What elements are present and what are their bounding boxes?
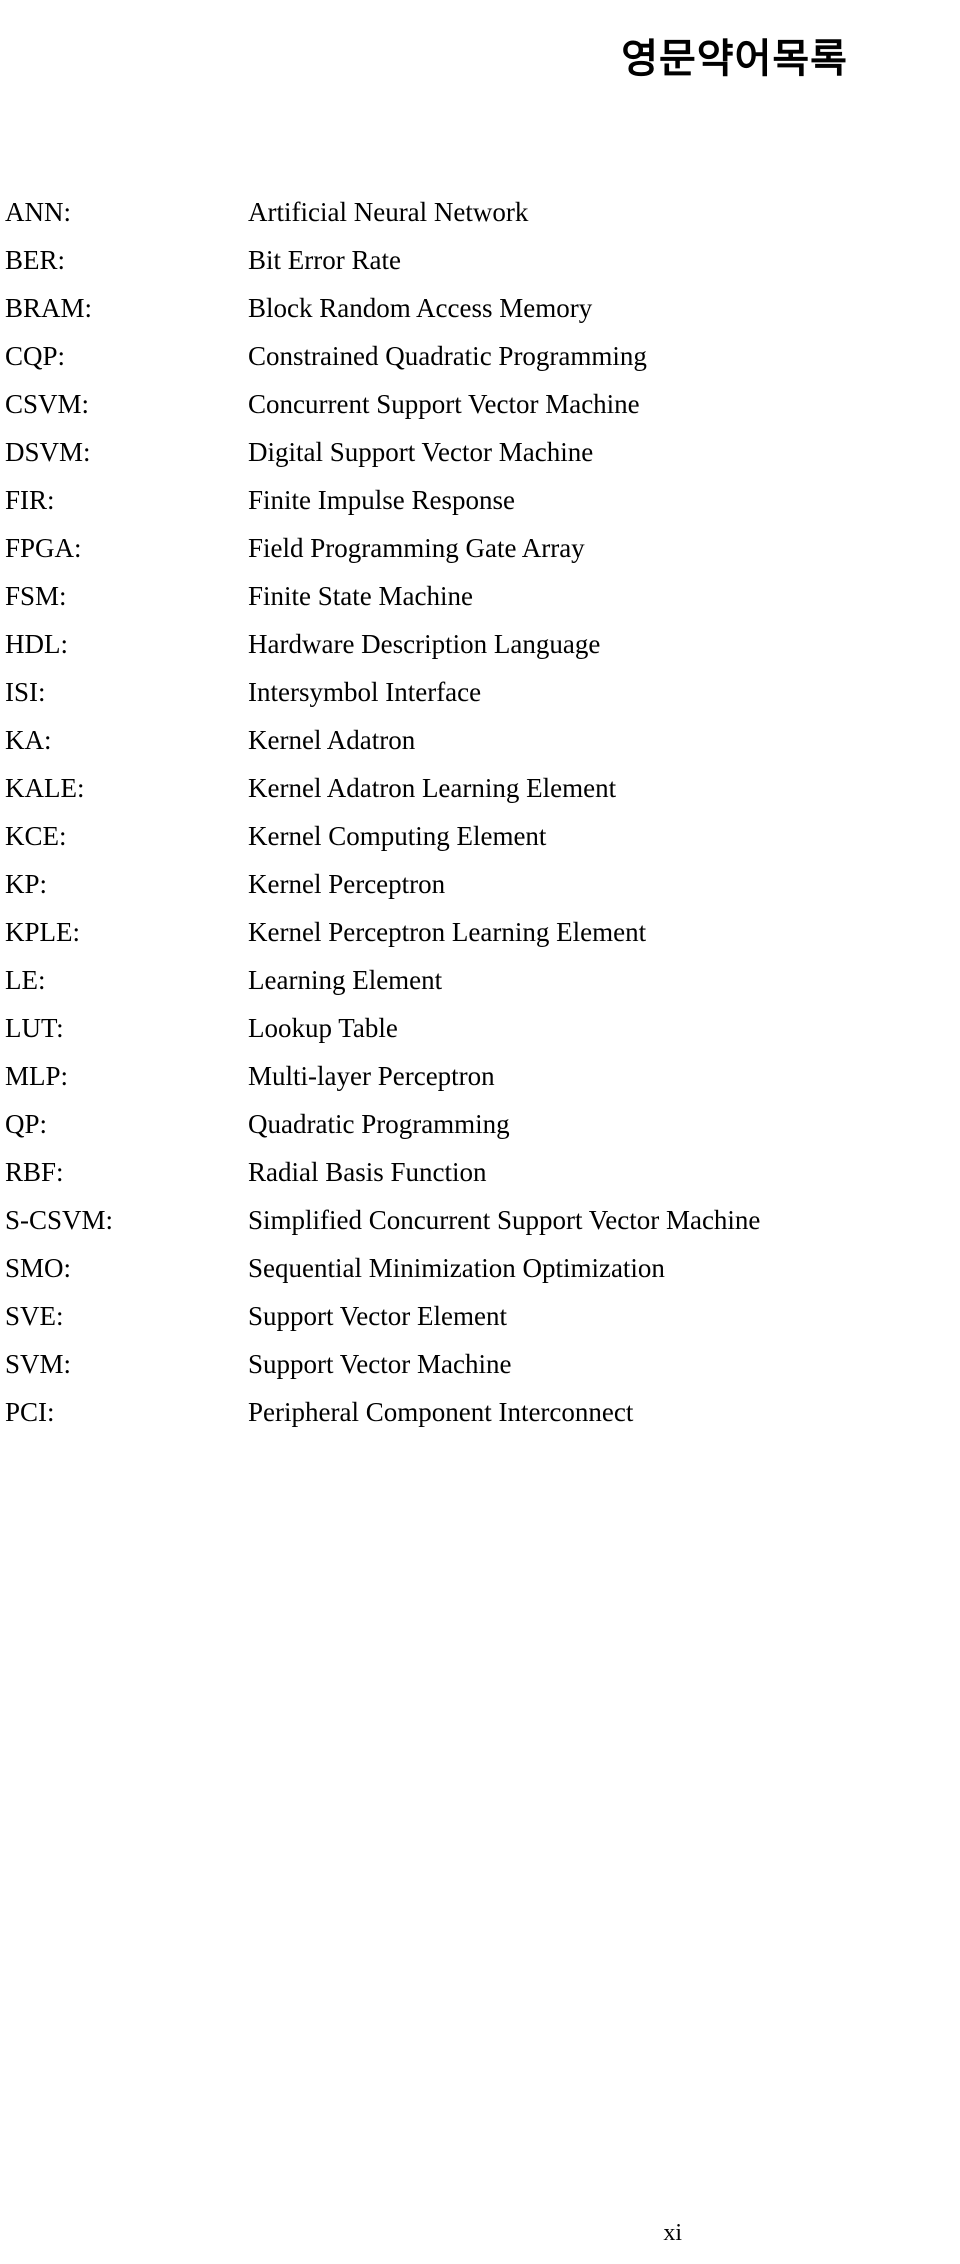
abbreviation-definition: Kernel Adatron Learning Element [248, 773, 617, 803]
abbreviation-term: KA: [5, 725, 52, 755]
abbreviation-definition: Concurrent Support Vector Machine [248, 389, 640, 419]
abbreviation-term: LUT: [5, 1013, 64, 1043]
abbreviation-term: FSM: [5, 581, 67, 611]
abbreviation-term: KCE: [5, 821, 67, 851]
abbreviation-term: ANN: [5, 197, 71, 227]
abbreviation-term: BER: [5, 245, 66, 275]
abbreviation-row: FIR: Finite Impulse Response [0, 476, 960, 524]
abbreviation-row: BER: Bit Error Rate [0, 236, 960, 284]
abbreviation-term: HDL: [5, 629, 68, 659]
abbreviation-term: KALE: [5, 773, 85, 803]
abbreviation-definition: Kernel Perceptron Learning Element [248, 917, 647, 947]
abbreviation-row: LE: Learning Element [0, 956, 960, 1004]
abbreviation-definition: Intersymbol Interface [248, 677, 482, 707]
abbreviation-term: S-CSVM: [5, 1205, 114, 1235]
abbreviation-definition: Digital Support Vector Machine [248, 437, 594, 467]
abbreviation-definition: Hardware Description Language [248, 629, 601, 659]
abbreviation-term: LE: [5, 965, 46, 995]
abbreviation-row: KP: Kernel Perceptron [0, 860, 960, 908]
abbreviation-row: CSVM: Concurrent Support Vector Machine [0, 380, 960, 428]
abbreviation-term: SVE: [5, 1301, 64, 1331]
abbreviation-row: RBF: Radial Basis Function [0, 1148, 960, 1196]
abbreviation-term: DSVM: [5, 437, 91, 467]
abbreviation-term: FPGA: [5, 533, 82, 563]
abbreviation-row: MLP: Multi-layer Perceptron [0, 1052, 960, 1100]
abbreviation-term: ISI: [5, 677, 46, 707]
abbreviation-definition: Constrained Quadratic Programming [248, 341, 647, 371]
abbreviation-term: CSVM: [5, 389, 90, 419]
abbreviation-row: BRAM: Block Random Access Memory [0, 284, 960, 332]
abbreviation-row: ANN: Artificial Neural Network [0, 188, 960, 236]
abbreviation-definition: Support Vector Element [248, 1301, 507, 1331]
abbreviation-definition: Finite Impulse Response [248, 485, 515, 515]
abbreviation-row: DSVM: Digital Support Vector Machine [0, 428, 960, 476]
abbreviation-definition: Artificial Neural Network [248, 197, 529, 227]
abbreviation-row: KA: Kernel Adatron [0, 716, 960, 764]
abbreviation-definition: Kernel Adatron [248, 725, 416, 755]
abbreviation-definition: Finite State Machine [248, 581, 473, 611]
abbreviation-row: ISI: Intersymbol Interface [0, 668, 960, 716]
abbreviation-definition: Block Random Access Memory [248, 293, 593, 323]
abbreviation-term: SVM: [5, 1349, 72, 1379]
abbreviation-term: BRAM: [5, 293, 93, 323]
abbreviation-definition: Radial Basis Function [248, 1157, 487, 1187]
abbreviation-definition: Bit Error Rate [248, 245, 401, 275]
abbreviation-row: FPGA: Field Programming Gate Array [0, 524, 960, 572]
abbreviation-definition: Sequential Minimization Optimization [248, 1253, 665, 1283]
abbreviation-term: MLP: [5, 1061, 69, 1091]
abbreviation-term: RBF: [5, 1157, 64, 1187]
abbreviation-term: KP: [5, 869, 48, 899]
abbreviation-term: QP: [5, 1109, 48, 1139]
abbreviation-row: LUT: Lookup Table [0, 1004, 960, 1052]
abbreviation-row: KCE: Kernel Computing Element [0, 812, 960, 860]
abbreviation-definition: Kernel Computing Element [248, 821, 547, 851]
document-page: 영문약어목록 ANN: Artificial Neural Network BER:… [0, 0, 960, 2264]
abbreviation-term: PCI: [5, 1397, 55, 1427]
abbreviation-row: HDL: Hardware Description Language [0, 620, 960, 668]
abbreviation-row: SVM: Support Vector Machine [0, 1340, 960, 1388]
abbreviation-definition: Support Vector Machine [248, 1349, 512, 1379]
abbreviation-definition: Learning Element [248, 965, 443, 995]
abbreviation-row: SMO: Sequential Minimization Optimization [0, 1244, 960, 1292]
abbreviation-row: CQP: Constrained Quadratic Programming [0, 332, 960, 380]
abbreviation-row: QP: Quadratic Programming [0, 1100, 960, 1148]
abbreviation-definition: Multi-layer Perceptron [248, 1061, 495, 1091]
abbreviation-term: CQP: [5, 341, 66, 371]
abbreviation-row: SVE: Support Vector Element [0, 1292, 960, 1340]
abbreviation-term: FIR: [5, 485, 55, 515]
abbreviation-row: S-CSVM: Simplified Concurrent Support Vec… [0, 1196, 960, 1244]
abbreviation-list: ANN: Artificial Neural Network BER: Bit Err… [0, 188, 960, 1436]
abbreviation-definition: Simplified Concurrent Support Vector Mac… [248, 1205, 761, 1235]
abbreviation-definition: Field Programming Gate Array [248, 533, 585, 563]
page-number: xi [663, 2220, 682, 2246]
abbreviation-definition: Kernel Perceptron [248, 869, 446, 899]
page-title: 영문약어목록 [621, 35, 848, 82]
abbreviation-term: KPLE: [5, 917, 81, 947]
abbreviation-row: KALE: Kernel Adatron Learning Element [0, 764, 960, 812]
abbreviation-definition: Quadratic Programming [248, 1109, 510, 1139]
abbreviation-term: SMO: [5, 1253, 72, 1283]
abbreviation-definition: Peripheral Component Interconnect [248, 1397, 634, 1427]
abbreviation-row: KPLE: Kernel Perceptron Learning Element [0, 908, 960, 956]
abbreviation-row: FSM: Finite State Machine [0, 572, 960, 620]
abbreviation-definition: Lookup Table [248, 1013, 398, 1043]
abbreviation-row: PCI: Peripheral Component Interconnect [0, 1388, 960, 1436]
